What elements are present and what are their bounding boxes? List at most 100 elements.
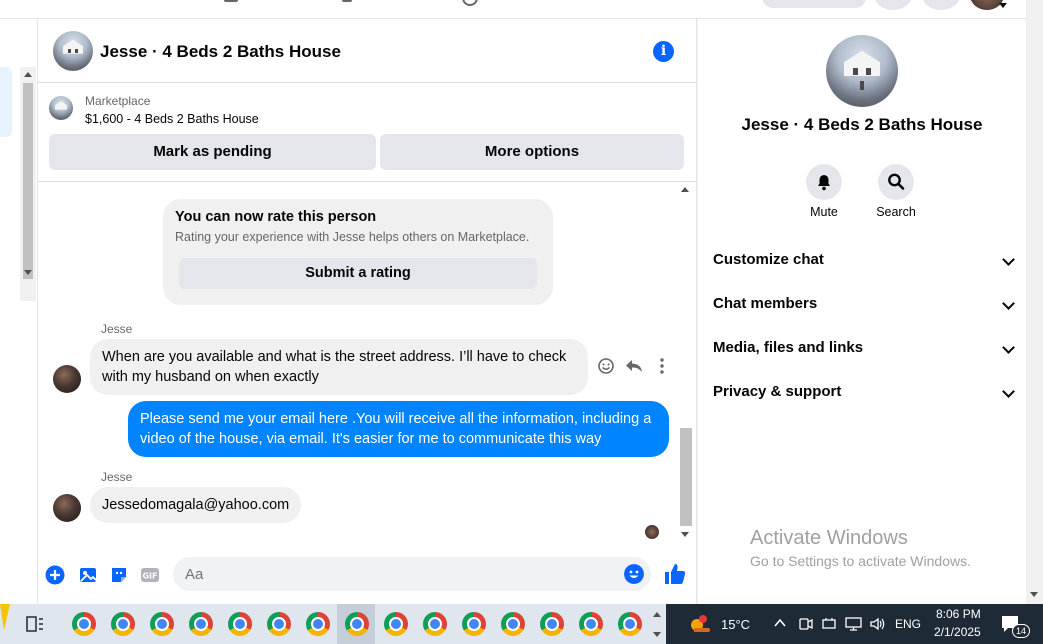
profile-house-avatar[interactable] xyxy=(826,35,898,107)
marketplace-tab-icon[interactable] xyxy=(342,0,352,2)
chrome-app-icon[interactable] xyxy=(540,612,564,636)
search-label[interactable]: Search xyxy=(866,205,926,219)
customize-chat-section[interactable]: Customize chat xyxy=(713,251,1015,273)
volume-icon[interactable] xyxy=(869,616,886,632)
search-pill[interactable] xyxy=(762,0,866,8)
sender-avatar[interactable] xyxy=(53,365,81,393)
media-files-links-section[interactable]: Media, files and links xyxy=(713,339,1015,361)
messenger-icon[interactable] xyxy=(922,0,960,10)
clock-time[interactable]: 8:06 PM xyxy=(936,607,981,621)
conversation-panel: Jesse · 4 Beds 2 Baths House i Marketpla… xyxy=(38,19,697,604)
rating-title: You can now rate this person xyxy=(175,209,377,225)
activate-windows-title: Activate Windows xyxy=(750,527,908,549)
plus-icon[interactable] xyxy=(45,565,65,585)
house-avatar[interactable] xyxy=(53,31,93,71)
weather-temp[interactable]: 15°C xyxy=(721,617,750,632)
home-tab-icon[interactable] xyxy=(224,0,238,2)
sticker-icon[interactable] xyxy=(109,565,129,585)
incoming-message[interactable]: Jessedomagala@yahoo.com xyxy=(90,487,302,523)
scroll-up-icon[interactable] xyxy=(681,187,689,192)
chrome-app-icon[interactable] xyxy=(384,612,408,636)
listing-thumbnail[interactable] xyxy=(49,96,73,120)
chrome-app-icon[interactable] xyxy=(72,612,96,636)
taskbar-scroll-down-icon[interactable] xyxy=(653,632,661,637)
chrome-app-icon[interactable] xyxy=(228,612,252,636)
weather-icon[interactable] xyxy=(688,614,712,634)
conversation-info-panel: Jesse · 4 Beds 2 Baths House Mute Search… xyxy=(698,19,1026,604)
notification-count: 14 xyxy=(1012,624,1030,638)
chrome-app-icon[interactable] xyxy=(579,612,603,636)
more-options-button[interactable]: More options xyxy=(380,134,684,170)
submit-rating-button[interactable]: Submit a rating xyxy=(179,258,537,289)
tray-chevron-up-icon[interactable] xyxy=(774,618,786,628)
incoming-message[interactable]: When are you available and what is the s… xyxy=(90,339,588,395)
chrome-app-icon[interactable] xyxy=(501,612,525,636)
groups-tab-icon[interactable] xyxy=(462,0,478,6)
scroll-down-icon[interactable] xyxy=(24,270,32,275)
chrome-app-icon[interactable] xyxy=(267,612,291,636)
network-icon[interactable] xyxy=(845,616,862,632)
top-nav-bar xyxy=(0,0,1026,19)
start-fragment[interactable] xyxy=(0,604,10,630)
selected-chat-indicator[interactable] xyxy=(0,67,12,137)
rating-subtitle: Rating your experience with Jesse helps … xyxy=(175,230,530,244)
chevron-down-icon xyxy=(1002,385,1015,398)
chrome-app-icon[interactable] xyxy=(150,612,174,636)
react-icon[interactable] xyxy=(596,356,616,376)
scroll-down-icon[interactable] xyxy=(681,532,689,537)
page-scrollbar[interactable] xyxy=(1026,0,1043,604)
scroll-up-icon[interactable] xyxy=(24,72,32,77)
mute-label[interactable]: Mute xyxy=(794,205,854,219)
section-label: Media, files and links xyxy=(713,339,864,356)
section-label: Chat members xyxy=(713,295,818,312)
meet-icon[interactable] xyxy=(799,616,813,632)
sender-avatar[interactable] xyxy=(53,494,81,522)
chevron-down-icon xyxy=(1002,297,1015,310)
chrome-app-icon[interactable] xyxy=(306,612,330,636)
conversation-scroll-thumb[interactable] xyxy=(680,428,692,526)
chat-list-strip xyxy=(0,19,38,604)
chrome-app-icon[interactable] xyxy=(423,612,447,636)
chat-members-section[interactable]: Chat members xyxy=(713,295,1015,317)
reply-icon[interactable] xyxy=(624,356,644,376)
section-label: Privacy & support xyxy=(713,383,842,400)
scroll-down-icon[interactable] xyxy=(1030,592,1038,597)
photo-icon[interactable] xyxy=(78,565,98,585)
chrome-app-icon[interactable] xyxy=(189,612,213,636)
bell-icon[interactable] xyxy=(806,164,842,200)
taskbar-scroll-up-icon[interactable] xyxy=(653,612,661,617)
gif-icon[interactable]: GIF xyxy=(140,565,160,585)
language-indicator[interactable]: ENG xyxy=(895,617,921,631)
like-icon[interactable] xyxy=(663,562,687,586)
more-icon[interactable] xyxy=(652,356,672,376)
privacy-support-section[interactable]: Privacy & support xyxy=(713,383,1015,405)
clock-date[interactable]: 2/1/2025 xyxy=(934,625,981,639)
battery-plug-icon[interactable] xyxy=(821,616,837,632)
system-tray: 15°C ENG 8:06 PM 2/1/2025 14 xyxy=(666,604,1043,644)
mark-as-pending-button[interactable]: Mark as pending xyxy=(49,134,376,170)
svg-text:GIF: GIF xyxy=(142,572,157,581)
chat-list-scroll-thumb[interactable] xyxy=(23,83,33,279)
chevron-down-icon xyxy=(1002,341,1015,354)
listing-price[interactable]: $1,600 - 4 Beds 2 Baths House xyxy=(85,112,259,126)
chevron-down-icon[interactable] xyxy=(999,3,1007,8)
profile-title: Jesse · 4 Beds 2 Baths House xyxy=(741,115,983,134)
task-view-icon[interactable] xyxy=(26,616,44,632)
message-input[interactable] xyxy=(173,557,651,591)
emoji-icon[interactable] xyxy=(624,564,644,584)
chat-header: Jesse · 4 Beds 2 Baths House i xyxy=(38,19,697,83)
chrome-app-icon[interactable] xyxy=(618,612,642,636)
chevron-down-icon xyxy=(1002,253,1015,266)
chrome-app-icon[interactable] xyxy=(345,612,369,636)
marketplace-listing-bar: Marketplace $1,600 - 4 Beds 2 Baths Hous… xyxy=(38,84,697,182)
chat-title[interactable]: Jesse · 4 Beds 2 Baths House xyxy=(100,42,341,62)
activate-windows-subtitle: Go to Settings to activate Windows. xyxy=(750,553,971,569)
info-icon[interactable]: i xyxy=(653,41,674,62)
chrome-app-icon[interactable] xyxy=(462,612,486,636)
menu-icon[interactable] xyxy=(874,0,912,10)
conversation-scrollbar[interactable] xyxy=(677,182,694,542)
outgoing-message[interactable]: Please send me your email here .You will… xyxy=(128,401,669,457)
search-icon[interactable] xyxy=(878,164,914,200)
chrome-app-icon[interactable] xyxy=(111,612,135,636)
sender-name: Jesse xyxy=(101,322,133,336)
